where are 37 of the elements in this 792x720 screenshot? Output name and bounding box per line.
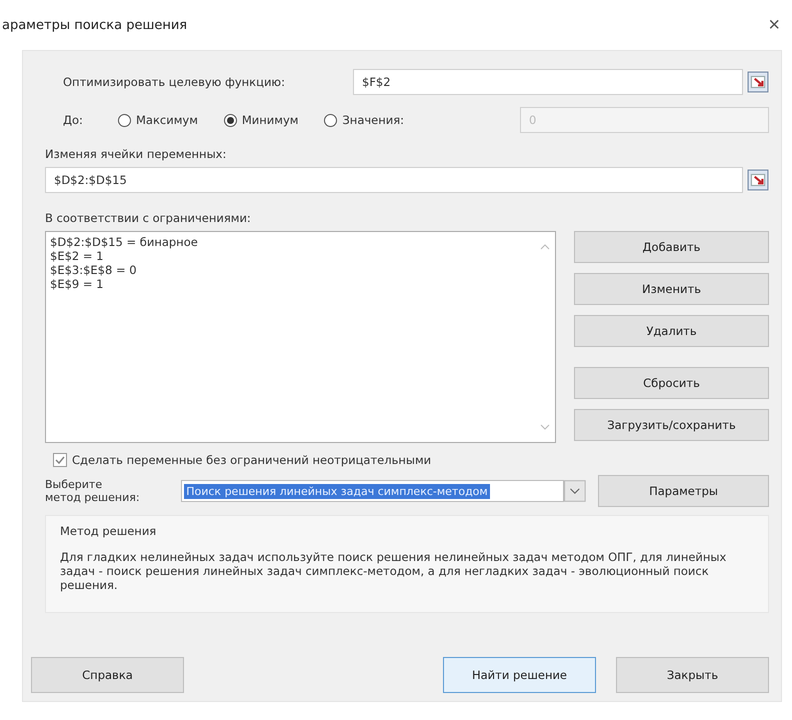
method-info-title: Метод решения (60, 524, 158, 538)
method-label: метод решения: (45, 491, 141, 504)
parameters-button[interactable]: Параметры (598, 475, 769, 507)
constraint-button[interactable]: Загрузить/сохранить (574, 409, 769, 441)
constraint-button[interactable]: Удалить (574, 315, 769, 347)
method-label: Выберите (45, 478, 104, 491)
objective-label: Оптимизировать целевую функцию: (62, 75, 286, 89)
dropdown-caret-icon[interactable] (564, 480, 586, 502)
close-button[interactable]: × (762, 14, 786, 36)
objective-field[interactable]: $F$2 (353, 69, 743, 95)
constraint-item[interactable]: $E$9 = 1 (50, 277, 104, 291)
radio-option[interactable]: Максимум (118, 113, 198, 127)
to-label: До: (62, 113, 84, 127)
method-info-text: Для гладких нелинейных задач используйте поиск решения нелинейных задач методом ОПГ, для линейных задач - поиск решения линейных задач симплекс-методом, а для негладких задач - эволюционный поиск решения. (60, 550, 728, 592)
window-title: араметры поиска решения (2, 18, 188, 32)
method-dropdown[interactable]: Поиск решения линейных задач симплекс-методом (181, 480, 564, 502)
constraint-item[interactable]: $D$2:$D$15 = бинарное (50, 235, 198, 249)
constraint-button[interactable]: Добавить (574, 231, 769, 263)
constraints-list[interactable]: $D$2:$D$15 = бинарное $E$2 = 1 $E$3:$E$8 = 0 $E$9 = 1 (45, 231, 556, 443)
dialog-button[interactable]: Найти решение (443, 657, 596, 693)
variables-field[interactable]: $D$2:$D$15 (45, 167, 743, 193)
scroll-down-icon[interactable] (539, 423, 551, 431)
checkbox-label: Сделать переменные без ограничений неотрицательными (72, 453, 432, 467)
constraints-label: В соответствии с ограничениями: (45, 211, 252, 225)
constraint-button[interactable]: Сбросить (574, 367, 769, 399)
constraint-item[interactable]: $E$3:$E$8 = 0 (50, 263, 137, 277)
radio-option[interactable]: Минимум (224, 113, 298, 127)
checkbox[interactable] (53, 453, 67, 467)
constraint-button[interactable]: Изменить (574, 273, 769, 305)
dialog-button[interactable]: Закрыть (616, 657, 769, 693)
scroll-up-icon[interactable] (539, 243, 551, 251)
range-select-icon[interactable] (747, 169, 769, 191)
range-select-icon[interactable] (747, 71, 769, 93)
constraint-item[interactable]: $E$2 = 1 (50, 249, 104, 263)
variables-label: Изменяя ячейки переменных: (45, 147, 228, 161)
dialog-button[interactable]: Справка (31, 657, 184, 693)
radio-option[interactable]: Значения: (324, 113, 404, 127)
